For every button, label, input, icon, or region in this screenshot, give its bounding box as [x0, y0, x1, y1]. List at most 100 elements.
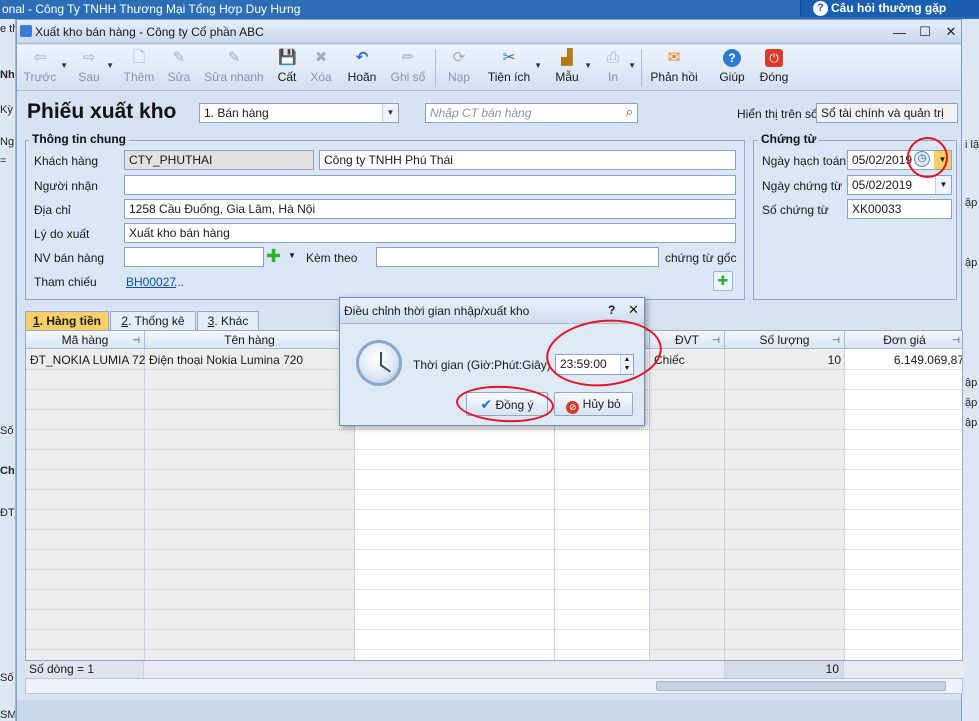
feedback-label: Phản hồi	[650, 70, 698, 84]
address-field[interactable]: 1258 Cầu Đuống, Gia Lâm, Hà Nội	[124, 199, 736, 219]
dropdown-arrow-icon[interactable]: ▼	[106, 61, 114, 70]
grid-footer: Số dòng = 1 10	[25, 660, 963, 678]
chevron-down-icon[interactable]: ▼	[934, 151, 951, 169]
minimize-icon[interactable]: —	[893, 25, 906, 40]
quick-edit-label: Sửa nhanh	[204, 70, 264, 84]
edit-button[interactable]: ✎ Sửa	[165, 47, 193, 89]
column-header-unit[interactable]: ĐVT ⊣	[650, 331, 725, 349]
cell-item-name[interactable]: Điện thoại Nokia Lumina 720	[145, 351, 355, 369]
undo-button[interactable]: ↶ Hoãn	[345, 47, 379, 89]
chevron-down-icon[interactable]: ▼	[935, 176, 951, 194]
grid-row-line	[26, 549, 962, 550]
tab-statistics[interactable]: 2. Thống kê	[110, 311, 196, 330]
maximize-icon[interactable]: ☐	[919, 24, 931, 40]
bg-text: Nh	[0, 69, 15, 81]
grid-row-line	[26, 469, 962, 470]
chevron-down-icon[interactable]: ▼	[288, 251, 296, 260]
save-label: Cất	[277, 70, 297, 84]
dialog-title: Điều chỉnh thời gian nhập/xuất kho	[340, 298, 644, 324]
close-window-icon[interactable]: ✕	[945, 24, 957, 40]
bg-text: ập	[965, 417, 978, 429]
utilities-button[interactable]: ✂ Tiện ích ▼	[485, 47, 542, 89]
post-label: Ghi sổ	[390, 70, 426, 84]
adjust-time-dialog: Điều chỉnh thời gian nhập/xuất kho ? ✕ T…	[339, 297, 645, 426]
reason-field[interactable]: Xuất kho bán hàng	[124, 223, 736, 243]
voucher-date-value: 05/02/2019	[852, 178, 913, 192]
save-button[interactable]: 💾 Cất	[275, 47, 299, 89]
dialog-help-icon[interactable]: ?	[608, 303, 615, 317]
customer-code-field[interactable]: CTY_PHUTHAI	[124, 150, 314, 170]
template-button[interactable]: ▟ Mẫu ▼	[551, 47, 592, 89]
clock-icon[interactable]: ◷	[914, 151, 930, 167]
post-button[interactable]: ✏ Ghi sổ	[389, 47, 427, 89]
customer-label: Khách hàng	[34, 154, 99, 168]
column-header-code[interactable]: Mã hàng ⊣	[26, 331, 145, 349]
sales-staff-field[interactable]	[124, 247, 264, 267]
scrollbar-thumb[interactable]	[656, 681, 946, 691]
column-header-name[interactable]: Tên hàng	[145, 331, 355, 349]
next-label: Sau	[78, 70, 100, 84]
grid-row-line	[26, 529, 962, 530]
help-circle-icon: ?	[723, 49, 741, 67]
utilities-label: Tiện ích	[487, 70, 531, 84]
pin-icon[interactable]: ⊣	[832, 331, 840, 349]
dropdown-arrow-icon[interactable]: ▼	[534, 61, 542, 70]
ok-button[interactable]: ✔ Đồng ý	[466, 392, 548, 416]
header-text: Đơn giá	[883, 333, 926, 347]
voucher-no-field[interactable]: XK00033	[847, 199, 952, 219]
horizontal-scrollbar[interactable]	[25, 678, 963, 694]
column-header-price[interactable]: Đơn giá ⊣	[845, 331, 962, 349]
pin-icon[interactable]: ⊣	[952, 331, 960, 349]
add-staff-icon[interactable]: ✚	[266, 247, 284, 267]
reference-link[interactable]: BH00027	[126, 275, 176, 289]
delete-icon: ✖	[314, 49, 328, 66]
load-button[interactable]: ⟳ Nạp	[445, 47, 473, 89]
prev-button[interactable]: ⇦ Trước ▼	[21, 47, 68, 89]
attach-label: Kèm theo	[306, 251, 358, 265]
display-on-book-value[interactable]: Sổ tài chính và quản trị	[816, 103, 958, 123]
feedback-button[interactable]: ✉ Phản hồi	[649, 47, 699, 89]
delete-button[interactable]: ✖ Xóa	[309, 47, 333, 89]
voucher-type-select[interactable]: 1. Bán hàng ▼	[199, 103, 399, 123]
pin-icon[interactable]: ⊣	[132, 331, 140, 349]
receiver-field[interactable]	[124, 175, 736, 195]
grid-row-line	[26, 589, 962, 590]
chevron-down-icon[interactable]: ▼	[382, 104, 398, 122]
cell-unit[interactable]: Chiếc	[650, 351, 725, 369]
reference-label: Tham chiếu	[34, 275, 97, 289]
add-button[interactable]: 🗋 Thêm	[121, 47, 157, 89]
cell-quantity[interactable]: 10	[725, 351, 845, 369]
voucher-date-field[interactable]: 05/02/2019 ▼	[847, 175, 952, 195]
cancel-button[interactable]: ⊘ Hủy bỏ	[554, 392, 633, 416]
tab-other[interactable]: 3. Khác	[197, 311, 259, 330]
cell-item-code[interactable]: ĐT_NOKIA LUMIA 72	[26, 351, 145, 369]
dialog-close-icon[interactable]: ✕	[628, 302, 639, 318]
attach-field[interactable]	[376, 247, 659, 267]
column-header-qty[interactable]: Số lượng ⊣	[725, 331, 845, 349]
pin-icon[interactable]: ⊣	[712, 331, 720, 349]
tab-goods-money[interactable]: 1. Hàng tiền	[25, 311, 109, 330]
next-button[interactable]: ⇨ Sau ▼	[73, 47, 114, 89]
search-icon[interactable]: ⌕	[626, 104, 633, 121]
quick-edit-button[interactable]: ✎ Sửa nhanh	[203, 47, 265, 89]
checkmark-icon: ✔	[480, 396, 493, 412]
faq-button[interactable]: ? Câu hỏi thường gặp	[800, 0, 979, 17]
search-input[interactable]: Nhập CT bán hàng ⌕	[425, 103, 638, 123]
toolbar-separator	[641, 49, 642, 87]
cancel-icon: ⊘	[566, 401, 580, 414]
add-reference-icon[interactable]: ✚	[713, 271, 733, 291]
close-button[interactable]: ⏻ Đóng	[757, 47, 791, 89]
time-stepper[interactable]: 23:59:00 ▲ ▼	[555, 354, 634, 375]
spinner-arrows-icon[interactable]: ▲ ▼	[620, 355, 633, 374]
reference-more-link[interactable]: ...	[174, 275, 184, 289]
help-button[interactable]: ? Giúp	[717, 47, 747, 89]
tab-label: . Khác	[214, 314, 249, 328]
voucher-no-label: Số chứng từ	[762, 203, 829, 217]
toolbar-separator	[435, 49, 436, 87]
customer-name-field[interactable]: Công ty TNHH Phú Thái	[319, 150, 736, 170]
dropdown-arrow-icon[interactable]: ▼	[628, 61, 636, 70]
cell-unit-price[interactable]: 6.149.069,87	[845, 351, 962, 369]
dropdown-arrow-icon[interactable]: ▼	[60, 61, 68, 70]
print-button[interactable]: ⎙ In ▼	[599, 47, 636, 89]
dropdown-arrow-icon[interactable]: ▼	[584, 61, 592, 70]
